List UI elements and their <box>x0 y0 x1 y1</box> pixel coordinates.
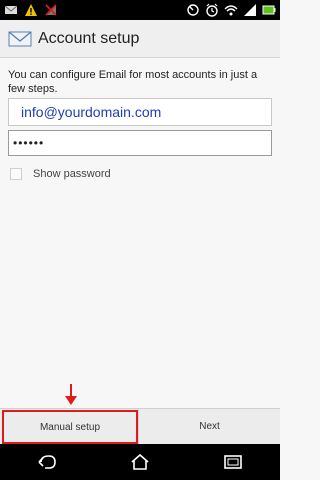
red-arrow-annotation <box>64 384 78 406</box>
back-icon[interactable] <box>33 451 61 473</box>
email-field[interactable]: info@yourdomain.com <box>8 98 272 126</box>
navigation-bar <box>0 444 280 480</box>
wifi-icon <box>224 3 238 17</box>
mail-icon <box>4 3 18 17</box>
battery-icon <box>262 3 276 17</box>
recent-apps-icon[interactable] <box>219 451 247 473</box>
status-right-icons <box>186 3 276 17</box>
show-password-checkbox[interactable] <box>10 168 22 180</box>
home-icon[interactable] <box>126 451 154 473</box>
email-app-icon <box>8 30 32 48</box>
show-password-option[interactable]: Show password <box>10 168 111 180</box>
signal-icon <box>243 3 257 17</box>
title-bar: Account setup <box>0 20 280 58</box>
page-title: Account setup <box>38 29 140 47</box>
action-bar: Manual setup Next <box>0 408 280 444</box>
alarm-icon <box>205 3 219 17</box>
show-password-label: Show password <box>33 168 111 180</box>
next-button[interactable]: Next <box>138 409 280 444</box>
warning-icon <box>24 3 38 17</box>
password-field[interactable]: •••••• <box>8 130 272 156</box>
status-bar <box>0 0 280 20</box>
intro-text: You can configure Email for most account… <box>8 69 258 95</box>
status-left-icons <box>4 3 58 17</box>
manual-setup-button[interactable]: Manual setup <box>2 410 138 444</box>
sync-icon <box>186 3 200 17</box>
signal-off-icon <box>44 3 58 17</box>
